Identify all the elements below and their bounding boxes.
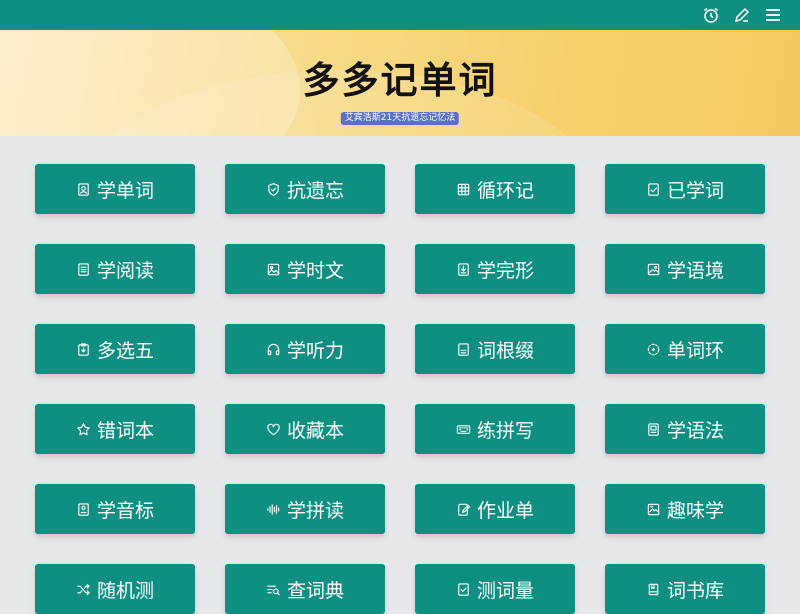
menu-button[interactable]: 趣味学 [605, 484, 765, 534]
menu-button[interactable]: 练拼写 [415, 404, 575, 454]
document-icon [76, 262, 91, 277]
image-icon [266, 262, 281, 277]
app-title: 多多记单词 [302, 59, 498, 102]
clipboard-icon [76, 342, 91, 357]
menu-button-label: 查词典 [286, 579, 344, 602]
menu-button[interactable]: 学音标 [35, 484, 195, 534]
menu-button[interactable]: 抗遗忘 [225, 164, 385, 214]
book-icon [646, 582, 661, 597]
dashed-circle-icon [646, 342, 661, 357]
edit-icon[interactable] [733, 6, 751, 24]
menu-button[interactable]: 随机测 [35, 564, 195, 614]
menu-button[interactable]: 学时文 [225, 244, 385, 294]
menu-button[interactable]: 学拼读 [225, 484, 385, 534]
menu-button[interactable]: 词书库 [605, 564, 765, 614]
picture-doc-icon [646, 502, 661, 517]
menu-button[interactable]: 收藏本 [225, 404, 385, 454]
menu-button-label: 收藏本 [286, 419, 344, 442]
shuffle-icon [76, 582, 91, 597]
menu-button[interactable]: 学语境 [605, 244, 765, 294]
hero-banner: 多多记单词 艾宾浩斯21天抗遗忘记忆法 [0, 30, 800, 136]
menu-button[interactable]: 学听力 [225, 324, 385, 374]
menu-button-label: 词根缀 [476, 339, 534, 362]
menu-button-label: 学阅读 [96, 259, 154, 282]
menu-button[interactable]: 查词典 [225, 564, 385, 614]
download-doc-icon [456, 262, 471, 277]
menu-button-label: 多选五 [96, 339, 154, 362]
app-subtitle-badge: 艾宾浩斯21天抗遗忘记忆法 [340, 112, 460, 125]
menu-button[interactable]: 测词量 [415, 564, 575, 614]
menu-button[interactable]: 学完形 [415, 244, 575, 294]
menu-button-label: 学语境 [666, 259, 724, 282]
headphones-icon [266, 342, 281, 357]
menu-button-label: 测词量 [476, 579, 534, 602]
menu-icon[interactable] [764, 6, 782, 24]
shield-icon [266, 182, 281, 197]
top-bar-icons [702, 6, 782, 24]
check-doc-icon [456, 582, 471, 597]
menu-button[interactable]: 学阅读 [35, 244, 195, 294]
menu-button-label: 趣味学 [666, 499, 724, 522]
portrait-card-icon [76, 182, 91, 197]
menu-button-label: 学单词 [96, 179, 154, 202]
audio-wave-icon [266, 502, 281, 517]
menu-button[interactable]: 已学词 [605, 164, 765, 214]
menu-button[interactable]: 错词本 [35, 404, 195, 454]
image-doc-icon [646, 262, 661, 277]
heart-icon [266, 422, 281, 437]
menu-button-label: 学拼读 [286, 499, 344, 522]
alarm-icon[interactable] [702, 6, 720, 24]
menu-button-label: 已学词 [666, 179, 724, 202]
menu-button-label: 单词环 [666, 339, 724, 362]
menu-button-label: 学语法 [666, 419, 724, 442]
menu-button-label: 随机测 [96, 579, 154, 602]
menu-button[interactable]: 学单词 [35, 164, 195, 214]
menu-button-label: 错词本 [96, 419, 154, 442]
search-list-icon [266, 582, 281, 597]
person-doc-icon [76, 502, 91, 517]
menu-button-label: 作业单 [476, 499, 534, 522]
menu-button-label: 学时文 [286, 259, 344, 282]
grid-icon [456, 182, 471, 197]
menu-button[interactable]: 学语法 [605, 404, 765, 454]
top-bar [0, 0, 800, 30]
menu-button-label: 词书库 [666, 579, 724, 602]
menu-button-label: 循环记 [476, 179, 534, 202]
menu-button[interactable]: 多选五 [35, 324, 195, 374]
menu-button-label: 抗遗忘 [286, 179, 344, 202]
list-doc-icon [456, 342, 471, 357]
menu-button-label: 练拼写 [476, 419, 534, 442]
feature-menu-grid: 学单词 抗遗忘 循环记 已学词学阅读 学时文 学完形 学语境多选五 学听力 词根缀 单词环错词本 收… [35, 164, 765, 614]
menu-button-label: 学听力 [286, 339, 344, 362]
menu-button[interactable]: 作业单 [415, 484, 575, 534]
menu-button[interactable]: 词根缀 [415, 324, 575, 374]
menu-button[interactable]: 单词环 [605, 324, 765, 374]
menu-button-label: 学完形 [476, 259, 534, 282]
menu-button[interactable]: 循环记 [415, 164, 575, 214]
book-doc-icon [646, 422, 661, 437]
keyboard-icon [456, 422, 471, 437]
menu-button-label: 学音标 [96, 499, 154, 522]
checked-doc-icon [646, 182, 661, 197]
edit-doc-icon [456, 502, 471, 517]
star-icon [76, 422, 91, 437]
